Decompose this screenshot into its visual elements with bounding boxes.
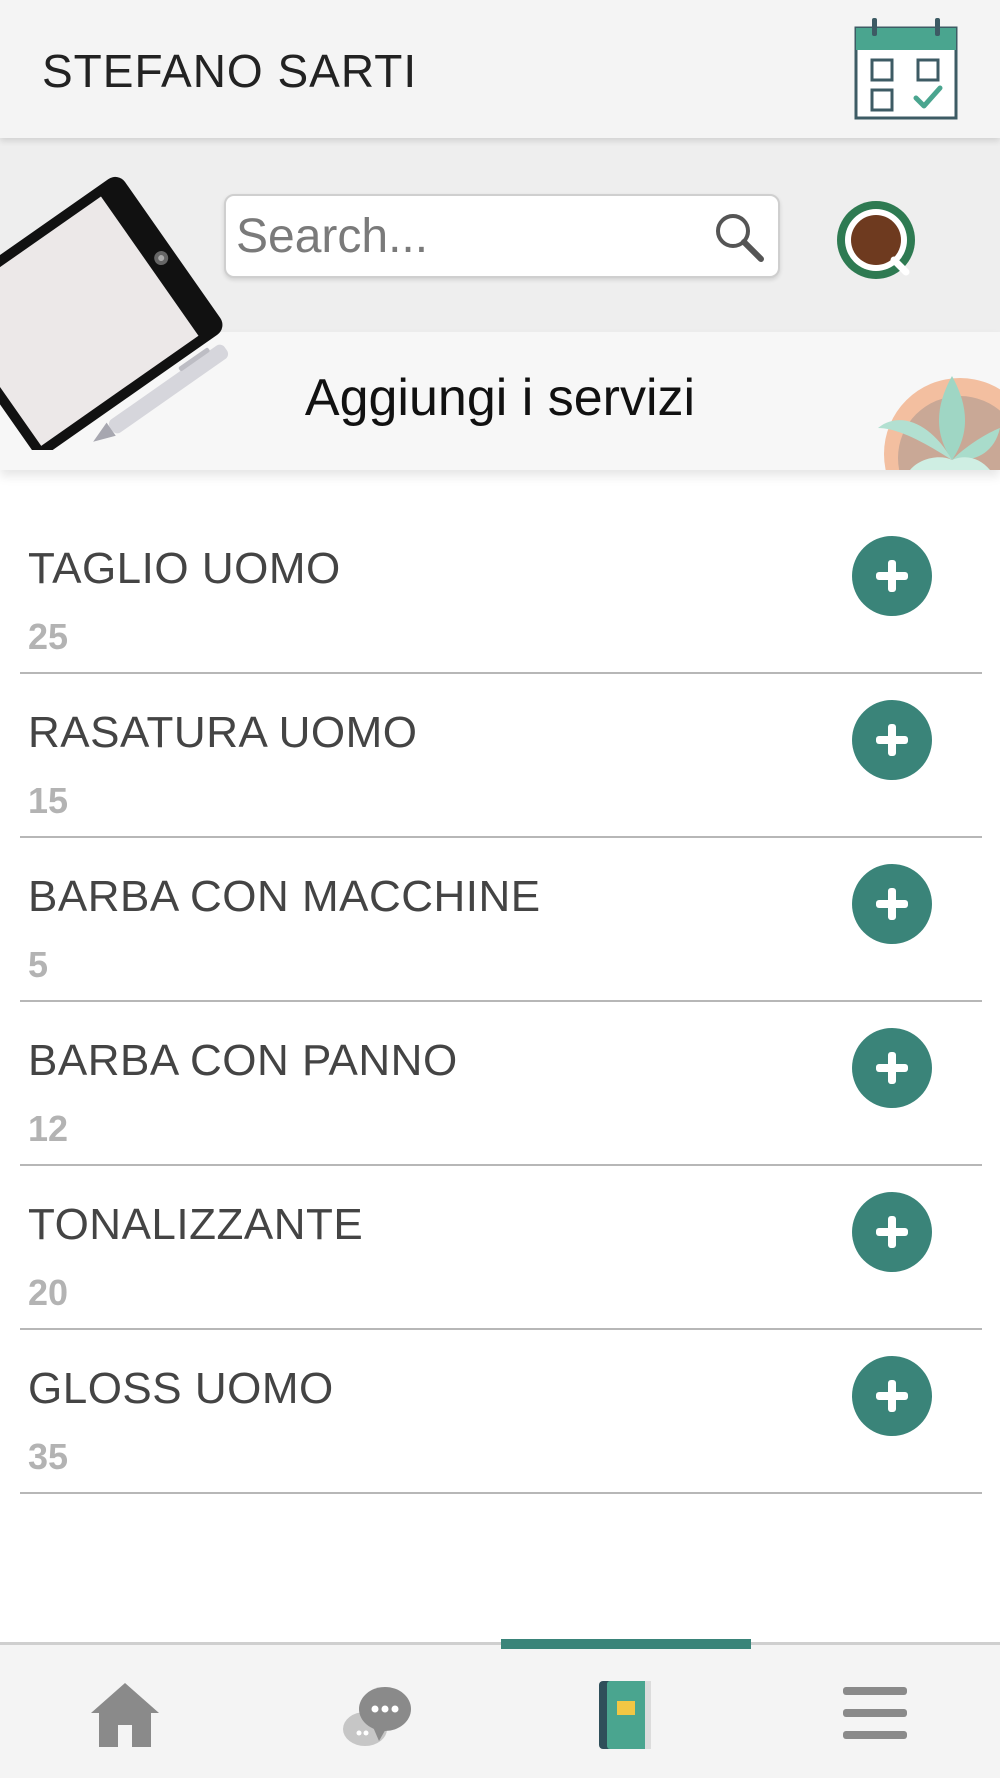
plant-pot-illustration — [878, 376, 1000, 470]
search-box[interactable] — [224, 194, 780, 278]
service-row: BARBA CON MACCHINE 5 — [20, 838, 982, 1002]
service-price: 12 — [28, 1108, 69, 1149]
menu-icon — [843, 1687, 907, 1739]
nav-menu[interactable] — [750, 1645, 1000, 1778]
home-icon — [91, 1683, 159, 1747]
plus-icon — [876, 1380, 908, 1412]
search-icon[interactable] — [712, 210, 766, 264]
add-service-button[interactable] — [852, 1356, 932, 1436]
service-price: 5 — [28, 944, 49, 985]
service-name: BARBA CON MACCHINE — [28, 872, 541, 921]
nav-chat[interactable] — [250, 1645, 500, 1778]
add-service-button[interactable] — [852, 1192, 932, 1272]
service-price: 15 — [28, 780, 69, 821]
tablet-pen-illustration — [0, 176, 229, 450]
services-book-icon — [599, 1681, 651, 1749]
search-input[interactable] — [234, 204, 708, 268]
nav-home[interactable] — [0, 1645, 250, 1778]
plus-icon — [876, 1052, 908, 1084]
bottom-nav — [0, 1639, 1000, 1778]
service-name: TAGLIO UOMO — [28, 544, 341, 593]
service-price: 25 — [28, 616, 69, 657]
add-service-button[interactable] — [852, 700, 932, 780]
service-row: GLOSS UOMO 35 — [20, 1330, 982, 1494]
plus-icon — [876, 888, 908, 920]
plus-icon — [876, 724, 908, 756]
app-header: STEFANO SARTI — [0, 0, 1000, 138]
calendar-check-icon[interactable] — [852, 14, 960, 122]
service-name: TONALIZZANTE — [28, 1200, 364, 1249]
services-list: TAGLIO UOMO 25 RASATURA UOMO 15 BARBA CO… — [20, 510, 982, 1494]
service-price: 35 — [28, 1436, 69, 1477]
service-row: TAGLIO UOMO 25 — [20, 510, 982, 674]
service-row: BARBA CON PANNO 12 — [20, 1002, 982, 1166]
service-name: GLOSS UOMO — [28, 1364, 334, 1413]
add-service-button[interactable] — [852, 536, 932, 616]
add-service-button[interactable] — [852, 1028, 932, 1108]
service-name: RASATURA UOMO — [28, 708, 418, 757]
service-row: TONALIZZANTE 20 — [20, 1166, 982, 1330]
plus-icon — [876, 1216, 908, 1248]
plus-icon — [876, 560, 908, 592]
coffee-cup-icon[interactable] — [832, 198, 922, 288]
nav-services[interactable] — [500, 1645, 750, 1778]
service-price: 20 — [28, 1272, 69, 1313]
service-name: BARBA CON PANNO — [28, 1036, 458, 1085]
chat-icon — [343, 1687, 411, 1746]
service-row: RASATURA UOMO 15 — [20, 674, 982, 838]
add-service-button[interactable] — [852, 864, 932, 944]
user-name: STEFANO SARTI — [42, 45, 418, 97]
